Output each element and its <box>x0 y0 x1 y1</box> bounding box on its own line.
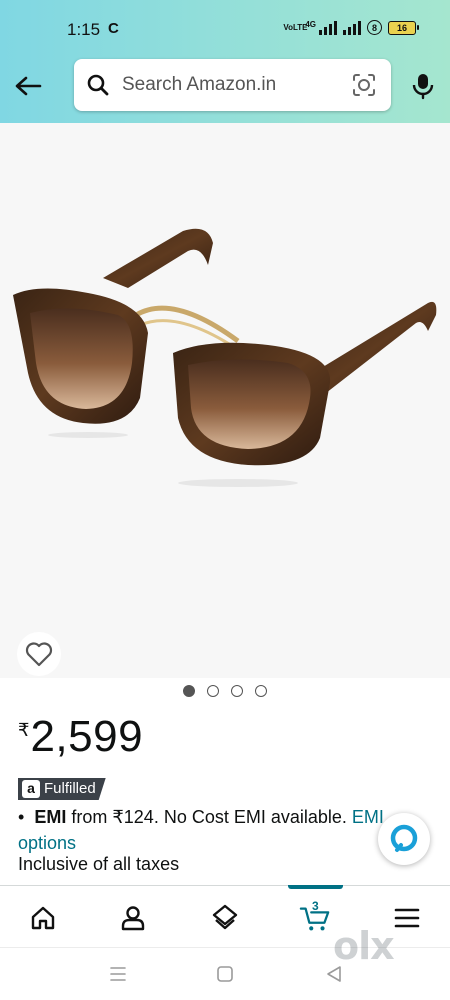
search-input[interactable] <box>122 71 332 99</box>
taxes-note: Inclusive of all taxes <box>18 854 180 874</box>
image-carousel-dots <box>0 685 450 699</box>
search-bar[interactable] <box>74 59 391 111</box>
menu-lines-icon <box>110 967 126 981</box>
app-header: 1:15 C VoLTE 4G 8 16 <box>0 0 450 123</box>
nav-more-amazon[interactable] <box>209 902 241 934</box>
square-icon <box>217 966 233 982</box>
wishlist-button[interactable] <box>17 632 61 676</box>
price-value: 2,599 <box>30 712 144 761</box>
emi-info: • EMI from ₹124. No Cost EMI available. … <box>18 804 398 856</box>
emi-label: EMI <box>34 807 67 827</box>
recent-apps-button[interactable] <box>106 962 130 986</box>
signal-strength-icon-sim2 <box>343 20 361 35</box>
carousel-dot[interactable] <box>183 685 195 697</box>
fulfilled-label: Fulfilled <box>44 780 96 797</box>
amazon-logo-icon: a <box>22 780 40 798</box>
heart-icon <box>25 642 53 667</box>
user-icon <box>121 906 145 931</box>
carousel-dot[interactable] <box>207 685 219 697</box>
back-button[interactable] <box>10 70 46 102</box>
product-image-sunglasses[interactable] <box>8 223 442 493</box>
home-button[interactable] <box>213 962 237 986</box>
bullet: • <box>18 807 35 827</box>
status-time: 1:15 <box>67 20 101 39</box>
nav-cart[interactable]: 3 <box>299 899 331 934</box>
microphone-icon[interactable] <box>410 72 436 100</box>
cloud-sync-icon: C <box>108 20 119 37</box>
volte-icon: VoLTE <box>283 22 308 32</box>
nav-account[interactable] <box>117 902 149 934</box>
search-icon <box>87 74 109 96</box>
currency-symbol: ₹ <box>18 720 30 740</box>
product-price: ₹ 2,599 <box>18 712 143 762</box>
product-image-gallery[interactable] <box>0 123 450 678</box>
cart-count-badge: 3 <box>312 899 319 913</box>
nav-home[interactable] <box>27 902 59 934</box>
network-type: 4G <box>305 20 316 29</box>
layers-icon <box>212 904 238 930</box>
active-tab-indicator <box>288 885 343 889</box>
emi-text: from ₹124. No Cost EMI available. <box>66 807 352 827</box>
signal-strength-icon <box>319 20 337 35</box>
arrow-left-icon <box>15 76 42 96</box>
alexa-button[interactable] <box>378 813 430 865</box>
status-icons: VoLTE 4G 8 16 <box>283 20 419 35</box>
carousel-dot[interactable] <box>255 685 267 697</box>
alexa-icon <box>390 824 418 852</box>
amazon-fulfilled-badge: a Fulfilled <box>18 778 106 800</box>
camera-search-icon[interactable] <box>351 72 377 98</box>
circle-badge-icon: 8 <box>367 20 382 35</box>
home-icon <box>31 906 55 930</box>
carousel-dot[interactable] <box>231 685 243 697</box>
olx-watermark: olx <box>333 924 395 968</box>
battery-icon: 16 <box>388 20 419 35</box>
status-bar: 1:15 C VoLTE 4G 8 16 <box>0 0 450 58</box>
